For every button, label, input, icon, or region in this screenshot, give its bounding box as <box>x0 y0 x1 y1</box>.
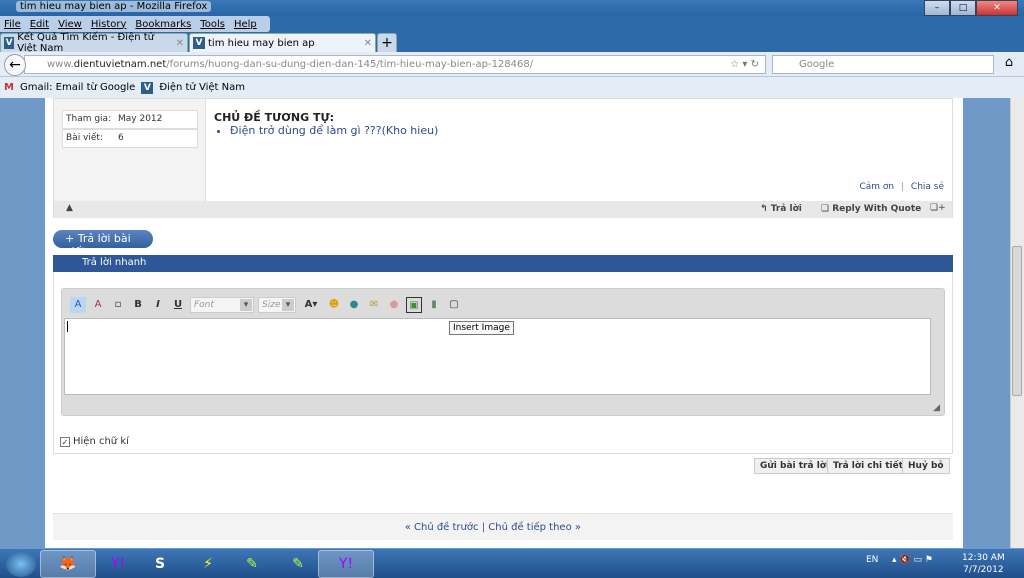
url-bar[interactable]: www. dientuvietnam.net/forums/huong-dan-s… <box>24 55 766 74</box>
minimize-button[interactable]: – <box>924 0 950 16</box>
insert-image-icon[interactable]: ▣ <box>406 297 422 313</box>
email-icon[interactable]: ✉ <box>366 297 382 313</box>
tab-search-results[interactable]: V Kết Quả Tìm Kiếm - Điện tử Việt Nam ✕ <box>0 32 188 54</box>
advanced-reply-button[interactable]: Trả lời chi tiết <box>827 458 910 474</box>
multi-quote-icon[interactable]: ❏+ <box>930 203 946 213</box>
menu-file[interactable]: File <box>4 19 21 30</box>
menu-bookmarks[interactable]: Bookmarks <box>135 19 191 30</box>
signature-checkbox[interactable]: ✓ <box>60 436 70 447</box>
bookmarks-toolbar: M Gmail: Email từ Google V Điện tử Việt … <box>0 77 1024 98</box>
signature-label: Hiện chữ kí <box>73 436 129 447</box>
navigation-bar: www. dientuvietnam.net/forums/huong-dan-s… <box>0 52 1024 77</box>
reply-link[interactable]: ↰ Trả lời <box>760 204 802 214</box>
forum-page: Tham gia: May 2012 Bài viết: 6 CHỦ ĐỀ TƯƠN… <box>45 98 963 548</box>
report-icon[interactable]: ▲ <box>66 203 73 213</box>
search-input[interactable]: Google <box>772 55 994 74</box>
forum-post: Tham gia: May 2012 Bài viết: 6 CHỦ ĐỀ TƯƠN… <box>53 98 953 218</box>
editor: A A ▫ B I U Font Size A▾ ☻ ● ✉ ● ▣ ▮ ▢ <box>61 288 945 416</box>
tooltip: Insert Image <box>449 321 514 335</box>
thanks-link[interactable]: Cảm ơn <box>859 182 894 192</box>
tab-bar: V Kết Quả Tìm Kiếm - Điện tử Việt Nam ✕ … <box>0 32 1024 54</box>
menu-view[interactable]: View <box>58 19 82 30</box>
tab-label: tim hieu may bien ap <box>208 37 315 49</box>
related-link[interactable]: Điện trở dùng để làm gì ???(Kho hieu) <box>230 124 438 137</box>
window-title: tim hieu may bien ap - Mozilla Firefox <box>16 1 212 12</box>
insert-video-icon[interactable]: ▮ <box>426 297 442 313</box>
post-count: Bài viết: 6 <box>62 129 198 148</box>
share-link[interactable]: Chia sẻ <box>911 182 944 192</box>
separator: | <box>481 522 486 533</box>
gmail-icon: M <box>4 82 14 93</box>
bookmark-dientuvietnam[interactable]: Điện tử Việt Nam <box>159 82 245 93</box>
title-bar: tim hieu may bien ap - Mozilla Firefox –… <box>0 0 1024 16</box>
switch-mode-icon[interactable]: A <box>70 297 86 313</box>
menu-bar: File Edit View History Bookmarks Tools H… <box>0 16 1024 32</box>
prev-thread-link[interactable]: « Chủ đề trước <box>405 522 479 533</box>
close-tab-icon[interactable]: ✕ <box>364 38 372 49</box>
bookmark-gmail[interactable]: Gmail: Email từ Google <box>20 82 135 93</box>
remove-format-icon[interactable]: A <box>90 297 106 313</box>
thread-navigation: « Chủ đề trước | Chủ đề tiếp theo » <box>53 513 953 540</box>
page-viewport: Tham gia: May 2012 Bài viết: 6 CHỦ ĐỀ TƯƠN… <box>0 98 1010 548</box>
close-button[interactable]: ✕ <box>976 0 1018 16</box>
post-footer: ▲ ↰ Trả lời ❏ Reply With Quote ❏+ <box>54 201 952 218</box>
font-select[interactable]: Font <box>190 297 254 313</box>
taskbar-yahoo-messenger-icon[interactable]: Y! <box>318 550 374 578</box>
size-select[interactable]: Size <box>258 297 296 313</box>
italic-icon[interactable]: I <box>150 297 166 313</box>
cancel-button[interactable]: Huỷ bỏ <box>902 458 950 474</box>
home-icon[interactable]: ⌂ <box>998 55 1020 74</box>
resize-handle-icon[interactable]: ◢ <box>933 403 940 413</box>
start-button[interactable] <box>6 551 36 577</box>
quick-reply-header: Trả lời nhanh <box>53 255 953 272</box>
menu-help[interactable]: Help <box>234 19 257 30</box>
smiley-icon[interactable]: ☻ <box>326 297 342 313</box>
maximize-button[interactable]: □ <box>950 0 976 16</box>
underline-icon[interactable]: U <box>170 297 186 313</box>
new-tab-button[interactable]: + <box>377 33 397 52</box>
site-favicon-icon: V <box>4 37 15 49</box>
related-title: CHỦ ĐỀ TƯƠNG TỰ: <box>214 111 335 124</box>
bold-icon[interactable]: B <box>130 297 146 313</box>
site-favicon-icon: V <box>141 81 154 94</box>
tab-current[interactable]: V tim hieu may bien ap ✕ <box>189 33 376 52</box>
back-button[interactable]: ← <box>4 54 26 76</box>
site-favicon-icon: V <box>193 37 205 49</box>
unlink-icon[interactable]: ● <box>386 297 402 313</box>
bookmark-star-icon[interactable]: ☆ ▾ ↻ <box>730 59 759 70</box>
reply-quote-link[interactable]: ❏ Reply With Quote <box>821 204 921 214</box>
scrollbar-thumb[interactable] <box>1012 246 1022 396</box>
taskbar-firefox-icon[interactable]: 🦊 <box>40 550 96 578</box>
separator: | <box>900 182 905 192</box>
menu-tools[interactable]: Tools <box>200 19 225 30</box>
taskbar: 🦊 Y! S ⚡ ✎ ✎ Y! EN ▴ 🔇 ▭ ⚑ 12:30 AM 7/7/2… <box>0 548 1024 578</box>
url-path: /forums/huong-dan-su-dung-dien-dan-145/t… <box>166 59 534 70</box>
link-icon[interactable]: ● <box>346 297 362 313</box>
join-date: Tham gia: May 2012 <box>62 110 198 129</box>
reply-thread-button[interactable]: + Trả lời bài viết <box>53 230 153 258</box>
signature-option[interactable]: ✓ Hiện chữ kí <box>60 436 129 447</box>
close-tab-icon[interactable]: ✕ <box>176 38 184 49</box>
quick-reply-box: A A ▫ B I U Font Size A▾ ☻ ● ✉ ● ▣ ▮ ▢ <box>53 272 953 454</box>
show-hidden-icons-icon[interactable]: ▴ 🔇 ▭ ⚑ <box>892 555 933 565</box>
paste-icon[interactable]: ▫ <box>110 297 126 313</box>
submit-reply-button[interactable]: Gửi bài trả lời <box>754 458 836 474</box>
quote-icon[interactable]: ▢ <box>446 297 462 313</box>
editor-toolbar: A A ▫ B I U Font Size A▾ ☻ ● ✉ ● ▣ ▮ ▢ <box>70 295 462 315</box>
url-domain: dientuvietnam.net <box>73 59 167 70</box>
clock[interactable]: 12:30 AM 7/7/2012 <box>962 552 1005 576</box>
language-indicator[interactable]: EN <box>866 555 878 565</box>
text-color-icon[interactable]: A▾ <box>300 297 322 313</box>
tab-label: Kết Quả Tìm Kiếm - Điện tử Việt Nam <box>17 32 155 54</box>
url-prefix: www. <box>47 59 74 70</box>
user-info-panel: Tham gia: May 2012 Bài viết: 6 <box>54 99 206 201</box>
menu-edit[interactable]: Edit <box>30 19 49 30</box>
next-thread-link[interactable]: Chủ đề tiếp theo » <box>488 522 581 533</box>
menu-history[interactable]: History <box>91 19 127 30</box>
related-threads: CHỦ ĐỀ TƯƠNG TỰ: Điện trở dùng để làm gì… <box>214 111 438 137</box>
